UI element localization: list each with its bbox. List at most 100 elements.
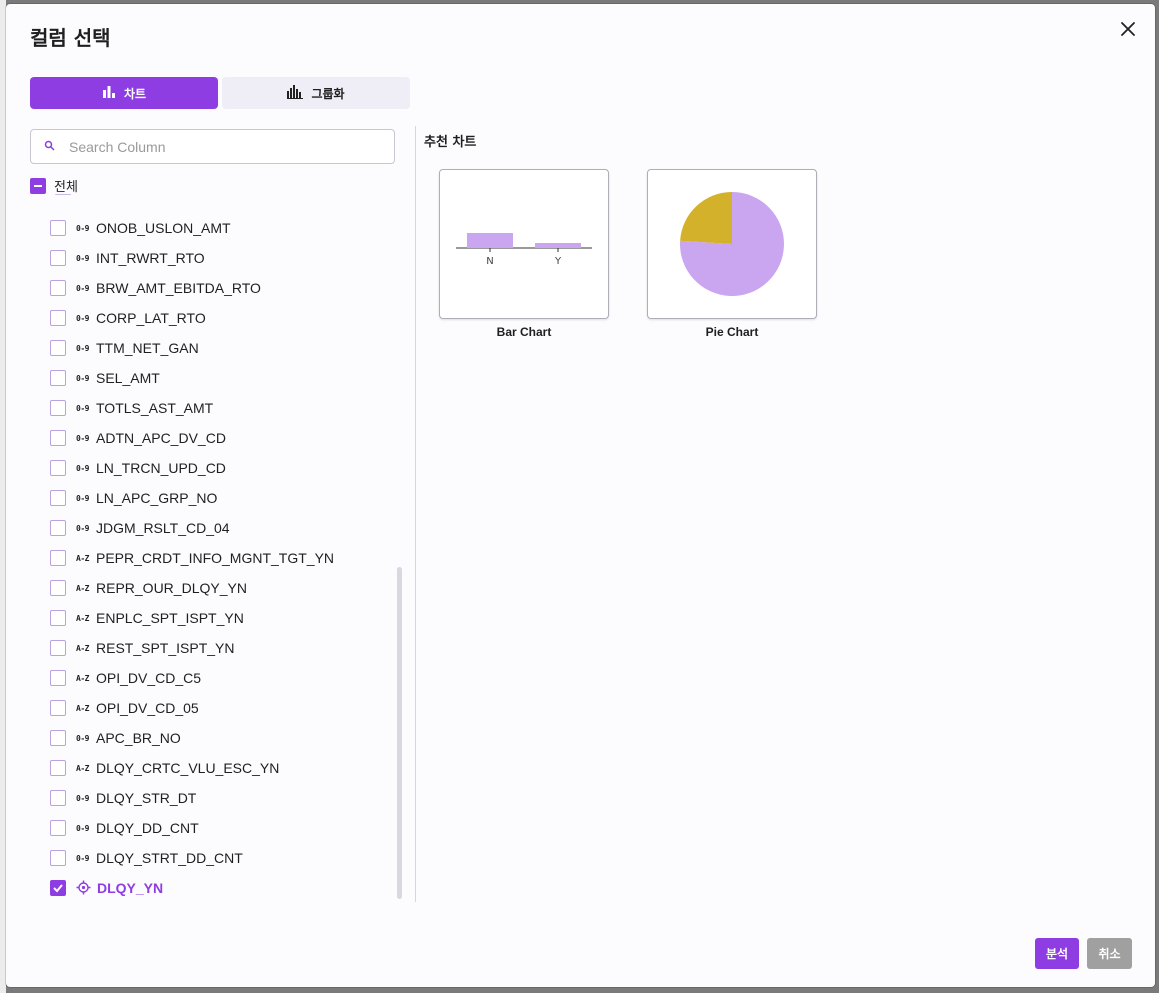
list-item[interactable]: 0-9 TOTLS_AST_AMT: [50, 393, 213, 423]
column-name: CORP_LAT_RTO: [96, 310, 206, 326]
column-checkbox[interactable]: [50, 880, 66, 896]
text-type-icon: A-Z: [76, 613, 89, 623]
column-list[interactable]: 0-9 ONOB_USLON_AMT 0-9 INT_RWRT_RTO 0-9 BRW_A…: [50, 194, 390, 902]
list-item[interactable]: A-Z OPI_DV_CD_C5: [50, 663, 201, 693]
column-name: TTM_NET_GAN: [96, 340, 199, 356]
bar-chart-card[interactable]: NY: [439, 169, 609, 319]
column-checkbox[interactable]: [50, 220, 66, 236]
numeric-type-icon: 0-9: [76, 403, 89, 413]
close-icon[interactable]: [1117, 18, 1139, 40]
list-item[interactable]: 0-9 LN_APC_GRP_NO: [50, 483, 217, 513]
tab-chart[interactable]: 차트: [30, 77, 218, 109]
numeric-type-icon: 0-9: [76, 313, 89, 323]
column-name: LN_TRCN_UPD_CD: [96, 460, 226, 476]
column-checkbox[interactable]: [50, 430, 66, 446]
x-tick-label: N: [486, 256, 493, 267]
column-checkbox[interactable]: [50, 610, 66, 626]
list-item[interactable]: 0-9 ONOB_USLON_AMT: [50, 213, 231, 243]
list-item[interactable]: 0-9 DLQY_STR_DT: [50, 783, 196, 813]
list-item[interactable]: 0-9 SEL_AMT: [50, 363, 160, 393]
list-item[interactable]: 0-9 BRW_AMT_EBITDA_RTO: [50, 273, 261, 303]
column-name: DLQY_STRT_DD_CNT: [96, 850, 243, 866]
column-checkbox[interactable]: [50, 520, 66, 536]
column-name: INT_RWRT_RTO: [96, 250, 205, 266]
tab-bar: 차트 그룹화: [30, 77, 410, 109]
column-checkbox[interactable]: [50, 280, 66, 296]
numeric-type-icon: 0-9: [76, 463, 89, 473]
list-item-clipped: [50, 194, 350, 204]
column-checkbox[interactable]: [50, 250, 66, 266]
numeric-type-icon: 0-9: [76, 853, 89, 863]
list-item[interactable]: A-Z OPI_DV_CD_05: [50, 693, 199, 723]
column-checkbox[interactable]: [50, 550, 66, 566]
select-all-checkbox[interactable]: [30, 177, 46, 194]
column-select-dialog: 컬럼 선택 차트 그룹화 전체 0-9 ONOB_USLON_AMT 0-9: [6, 4, 1155, 987]
pie-chart-card[interactable]: [647, 169, 817, 319]
column-name: ENPLC_SPT_ISPT_YN: [96, 610, 244, 626]
list-item[interactable]: A-Z DLQY_CRTC_VLU_ESC_YN: [50, 753, 279, 783]
list-item[interactable]: 0-9 JDGM_RSLT_CD_04: [50, 513, 230, 543]
search-input[interactable]: [69, 138, 369, 155]
column-name: SEL_AMT: [96, 370, 160, 386]
analyze-button[interactable]: 분석: [1035, 938, 1079, 969]
list-item[interactable]: 0-9 TTM_NET_GAN: [50, 333, 199, 363]
column-name: REST_SPT_ISPT_YN: [96, 640, 235, 656]
bar-mark: [535, 243, 581, 248]
search-icon: [44, 138, 55, 156]
list-item[interactable]: A-Z PEPR_CRDT_INFO_MGNT_TGT_YN: [50, 543, 334, 573]
column-checkbox[interactable]: [50, 670, 66, 686]
column-checkbox[interactable]: [50, 490, 66, 506]
list-item[interactable]: 0-9 ADTN_APC_DV_CD: [50, 423, 226, 453]
list-scrollbar[interactable]: [397, 567, 402, 899]
column-checkbox[interactable]: [50, 370, 66, 386]
text-type-icon: A-Z: [76, 553, 89, 563]
numeric-type-icon: 0-9: [76, 433, 89, 443]
search-box: [30, 129, 395, 164]
bar-mark: [467, 233, 513, 248]
column-checkbox[interactable]: [50, 340, 66, 356]
column-checkbox[interactable]: [50, 730, 66, 746]
column-name: PEPR_CRDT_INFO_MGNT_TGT_YN: [96, 550, 335, 566]
numeric-type-icon: 0-9: [76, 373, 89, 383]
text-type-icon: A-Z: [76, 763, 89, 773]
pie-chart-preview: [680, 192, 784, 296]
select-all-label: 전체: [54, 180, 78, 195]
numeric-type-icon: 0-9: [76, 223, 89, 233]
tab-group[interactable]: 그룹화: [222, 77, 410, 109]
list-item[interactable]: A-Z ENPLC_SPT_ISPT_YN: [50, 603, 244, 633]
column-checkbox[interactable]: [50, 580, 66, 596]
check-icon: [53, 884, 63, 893]
list-item[interactable]: 0-9 DLQY_DD_CNT: [50, 813, 199, 843]
list-item[interactable]: DLQY_YN: [50, 873, 163, 902]
column-name: DLQY_CRTC_VLU_ESC_YN: [96, 760, 280, 776]
list-item[interactable]: 0-9 LN_TRCN_UPD_CD: [50, 453, 226, 483]
column-name: APC_BR_NO: [96, 730, 181, 746]
column-checkbox[interactable]: [50, 700, 66, 716]
list-item[interactable]: 0-9 INT_RWRT_RTO: [50, 243, 205, 273]
text-type-icon: A-Z: [76, 673, 89, 683]
bar-chart-icon: [102, 85, 116, 102]
pie-chart-label: Pie Chart: [705, 325, 759, 339]
text-type-icon: A-Z: [76, 583, 89, 593]
column-checkbox[interactable]: [50, 850, 66, 866]
column-name: LN_APC_GRP_NO: [96, 490, 218, 506]
group-bars-icon: [287, 84, 304, 102]
column-checkbox[interactable]: [50, 820, 66, 836]
column-checkbox[interactable]: [50, 460, 66, 476]
column-checkbox[interactable]: [50, 760, 66, 776]
bar-chart-label: Bar Chart: [496, 325, 552, 339]
list-item[interactable]: 0-9 APC_BR_NO: [50, 723, 181, 753]
numeric-type-icon: 0-9: [76, 493, 89, 503]
list-item[interactable]: A-Z REST_SPT_ISPT_YN: [50, 633, 235, 663]
cancel-button[interactable]: 취소: [1087, 938, 1132, 969]
column-checkbox[interactable]: [50, 790, 66, 806]
list-item[interactable]: 0-9 DLQY_STRT_DD_CNT: [50, 843, 243, 873]
text-type-icon: A-Z: [76, 643, 89, 653]
list-item[interactable]: A-Z REPR_OUR_DLQY_YN: [50, 573, 247, 603]
column-checkbox[interactable]: [50, 310, 66, 326]
target-icon: [76, 880, 92, 897]
select-all-row[interactable]: 전체: [30, 176, 78, 195]
column-checkbox[interactable]: [50, 400, 66, 416]
column-checkbox[interactable]: [50, 640, 66, 656]
list-item[interactable]: 0-9 CORP_LAT_RTO: [50, 303, 206, 333]
